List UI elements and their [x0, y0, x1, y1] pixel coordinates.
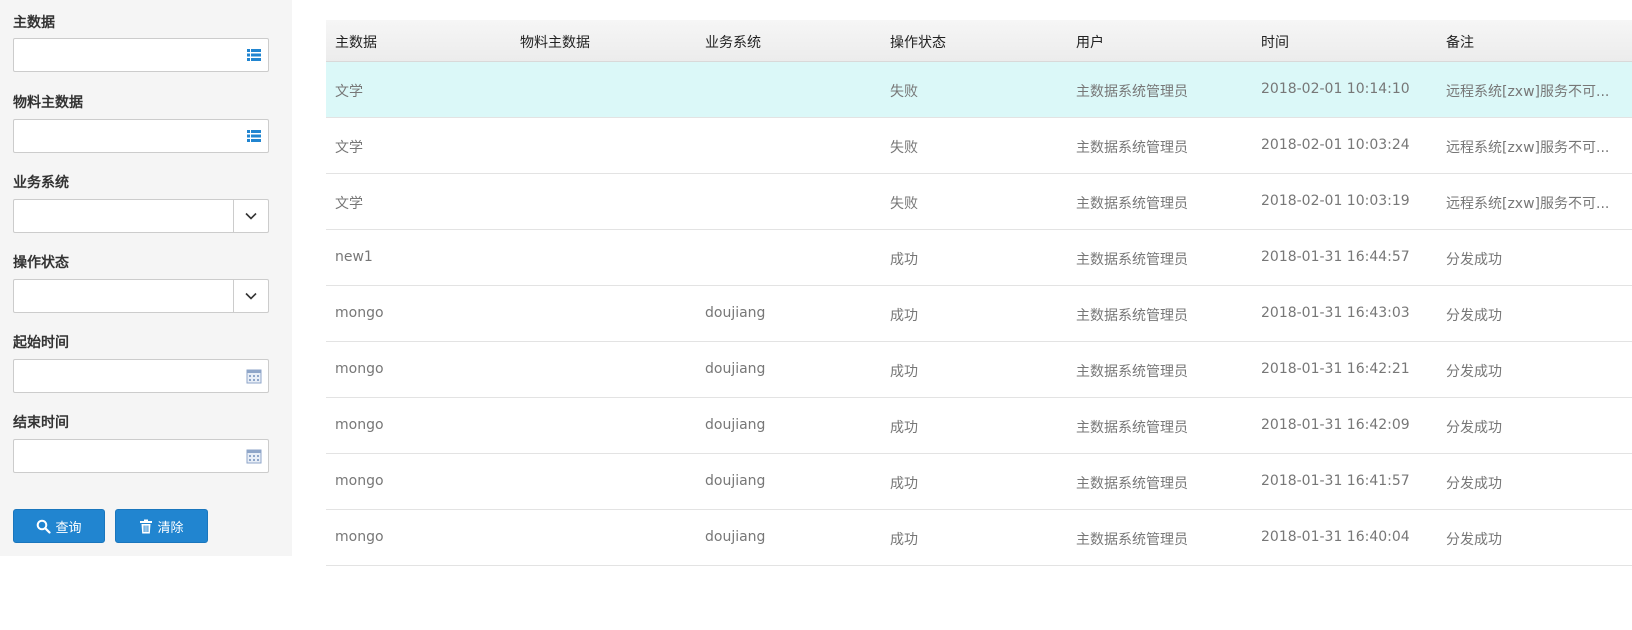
cell-operation-status: 成功: [890, 420, 918, 436]
table-row[interactable]: 文学 失败 主数据系统管理员 2018-02-01 10:03:24 远程系统[zxw]…: [326, 118, 1632, 174]
trash-icon: [140, 519, 153, 533]
cell-time: 2018-02-01 10:14:10: [1261, 81, 1410, 97]
cell-master-data: new1: [335, 249, 373, 265]
cell-master-data: mongo: [335, 305, 384, 321]
table-row[interactable]: mongo doujiang 成功 主数据系统管理员 2018-01-31 16:43:…: [326, 286, 1632, 342]
table-row[interactable]: mongo doujiang 成功 主数据系统管理员 2018-01-31 16:42:…: [326, 398, 1632, 454]
cell-time: 2018-01-31 16:42:21: [1261, 361, 1410, 377]
master-data-input[interactable]: [13, 38, 269, 72]
start-time-input[interactable]: [13, 359, 269, 393]
cell-operation-status: 成功: [890, 252, 918, 268]
column-header-operation-status[interactable]: 操作状态: [890, 32, 946, 52]
table-row[interactable]: mongo doujiang 成功 主数据系统管理员 2018-01-31 16:41:…: [326, 454, 1632, 510]
business-system-label: 业务系统: [13, 175, 69, 191]
chevron-down-icon: [245, 212, 257, 220]
cell-time: 2018-01-31 16:44:57: [1261, 249, 1410, 265]
calendar-icon[interactable]: [246, 448, 262, 464]
query-button-label: 查询: [55, 520, 82, 536]
column-header-user[interactable]: 用户: [1076, 32, 1104, 52]
cell-time: 2018-01-31 16:43:03: [1261, 305, 1410, 321]
cell-operation-status: 失败: [890, 84, 918, 100]
end-time-label: 结束时间: [13, 415, 69, 431]
cell-operation-status: 成功: [890, 476, 918, 492]
material-master-label: 物料主数据: [13, 95, 83, 111]
cell-remark: 分发成功: [1446, 532, 1502, 548]
cell-user: 主数据系统管理员: [1076, 308, 1188, 324]
cell-remark: 远程系统[zxw]服务不可...: [1446, 140, 1610, 156]
cell-user: 主数据系统管理员: [1076, 84, 1188, 100]
dropdown-toggle[interactable]: [233, 280, 268, 312]
cell-user: 主数据系统管理员: [1076, 364, 1188, 380]
table-row[interactable]: 文学 失败 主数据系统管理员 2018-02-01 10:14:10 远程系统[zxw]…: [326, 62, 1632, 118]
cell-remark: 远程系统[zxw]服务不可...: [1446, 84, 1610, 100]
chevron-down-icon: [245, 292, 257, 300]
list-icon[interactable]: [246, 47, 262, 63]
filter-sidebar: 主数据 物料主数据 业务系统 操作状态 起始时间 结束时间 查询 清除: [0, 0, 292, 556]
cell-time: 2018-01-31 16:40:04: [1261, 529, 1410, 545]
column-header-master-data[interactable]: 主数据: [335, 32, 377, 52]
operation-status-label: 操作状态: [13, 255, 69, 271]
cell-operation-status: 失败: [890, 196, 918, 212]
cell-master-data: 文学: [335, 84, 363, 100]
cell-user: 主数据系统管理员: [1076, 252, 1188, 268]
table-row[interactable]: 文学 失败 主数据系统管理员 2018-02-01 10:03:19 远程系统[zxw]…: [326, 174, 1632, 230]
table-row[interactable]: mongo doujiang 成功 主数据系统管理员 2018-01-31 16:40:…: [326, 510, 1632, 566]
cell-business-system: doujiang: [705, 529, 766, 545]
cell-user: 主数据系统管理员: [1076, 196, 1188, 212]
cell-business-system: doujiang: [705, 473, 766, 489]
cell-master-data: 文学: [335, 140, 363, 156]
cell-time: 2018-01-31 16:42:09: [1261, 417, 1410, 433]
cell-operation-status: 成功: [890, 532, 918, 548]
cell-remark: 分发成功: [1446, 420, 1502, 436]
cell-remark: 分发成功: [1446, 476, 1502, 492]
table-row[interactable]: new1 成功 主数据系统管理员 2018-01-31 16:44:57 分发成功: [326, 230, 1632, 286]
cell-operation-status: 失败: [890, 140, 918, 156]
dropdown-toggle[interactable]: [233, 200, 268, 232]
cell-master-data: mongo: [335, 361, 384, 377]
cell-remark: 分发成功: [1446, 308, 1502, 324]
cell-business-system: doujiang: [705, 361, 766, 377]
cell-business-system: doujiang: [705, 417, 766, 433]
search-icon: [37, 519, 52, 534]
cell-remark: 分发成功: [1446, 364, 1502, 380]
list-icon[interactable]: [246, 128, 262, 144]
cell-time: 2018-02-01 10:03:24: [1261, 137, 1410, 153]
cell-master-data: mongo: [335, 417, 384, 433]
cell-user: 主数据系统管理员: [1076, 476, 1188, 492]
cell-master-data: mongo: [335, 529, 384, 545]
cell-remark: 分发成功: [1446, 252, 1502, 268]
cell-master-data: mongo: [335, 473, 384, 489]
end-time-input[interactable]: [13, 439, 269, 473]
master-data-label: 主数据: [13, 15, 55, 31]
table-header: 主数据 物料主数据 业务系统 操作状态 用户 时间 备注: [326, 20, 1632, 62]
operation-status-select[interactable]: [13, 279, 269, 313]
cell-operation-status: 成功: [890, 308, 918, 324]
clear-button-label: 清除: [157, 520, 184, 536]
cell-user: 主数据系统管理员: [1076, 420, 1188, 436]
cell-user: 主数据系统管理员: [1076, 532, 1188, 548]
column-header-business-system[interactable]: 业务系统: [705, 32, 761, 52]
query-button[interactable]: 查询: [13, 509, 105, 543]
column-header-material-master[interactable]: 物料主数据: [520, 32, 590, 52]
cell-time: 2018-01-31 16:41:57: [1261, 473, 1410, 489]
column-header-remark[interactable]: 备注: [1446, 32, 1474, 52]
cell-business-system: doujiang: [705, 305, 766, 321]
cell-operation-status: 成功: [890, 364, 918, 380]
column-header-time[interactable]: 时间: [1261, 32, 1289, 52]
cell-remark: 远程系统[zxw]服务不可...: [1446, 196, 1610, 212]
cell-time: 2018-02-01 10:03:19: [1261, 193, 1410, 209]
material-master-input[interactable]: [13, 119, 269, 153]
cell-master-data: 文学: [335, 196, 363, 212]
calendar-icon[interactable]: [246, 368, 262, 384]
cell-user: 主数据系统管理员: [1076, 140, 1188, 156]
table-row[interactable]: mongo doujiang 成功 主数据系统管理员 2018-01-31 16:42:…: [326, 342, 1632, 398]
clear-button[interactable]: 清除: [115, 509, 208, 543]
business-system-select[interactable]: [13, 199, 269, 233]
start-time-label: 起始时间: [13, 335, 69, 351]
